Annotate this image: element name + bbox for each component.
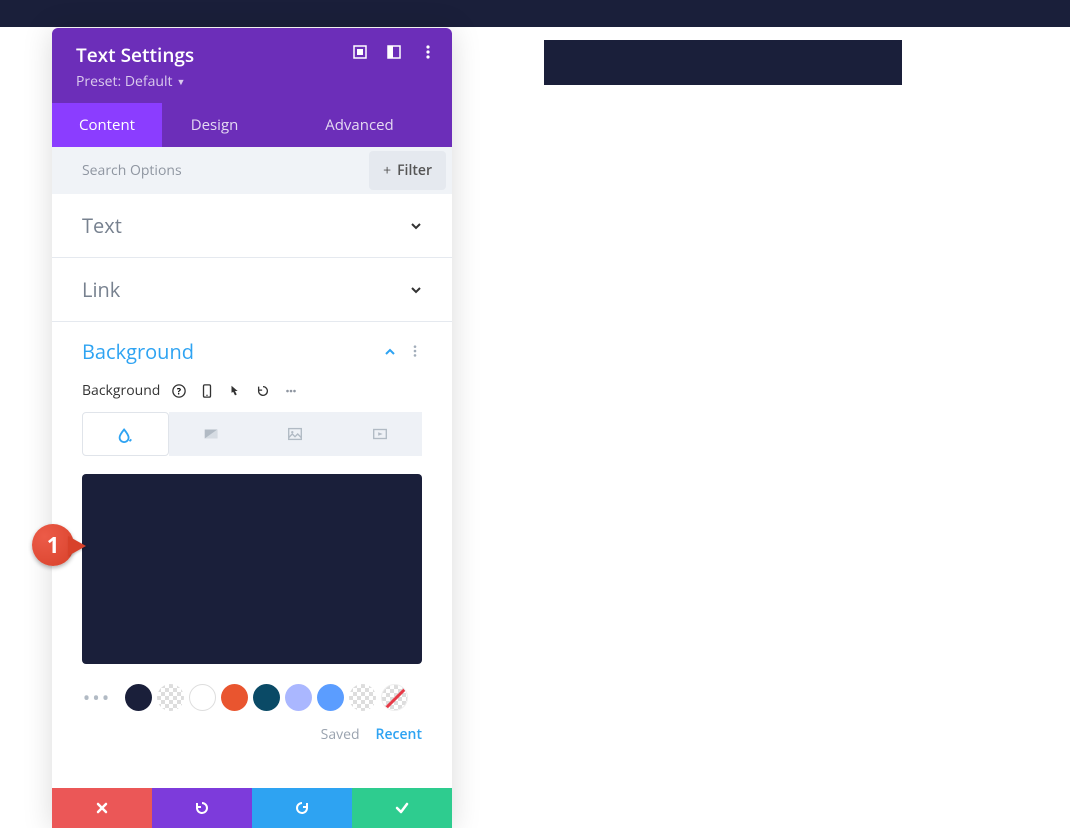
reset-icon[interactable] — [254, 382, 272, 400]
mobile-icon[interactable] — [198, 382, 216, 400]
cancel-button[interactable] — [52, 788, 152, 828]
chevron-down-icon — [410, 215, 422, 237]
section-text-title: Text — [82, 212, 122, 239]
color-swatch[interactable] — [317, 684, 344, 711]
hover-icon[interactable] — [226, 382, 244, 400]
color-swatch-none[interactable] — [381, 684, 408, 711]
background-field-row: Background ? — [82, 381, 422, 400]
search-input[interactable] — [52, 149, 369, 192]
color-swatch-transparent[interactable] — [157, 684, 184, 711]
text-settings-panel: Text Settings Preset: Default ▼ Content … — [52, 28, 452, 828]
tab-advanced[interactable]: Advanced — [267, 103, 452, 147]
more-vertical-icon[interactable] — [408, 341, 422, 363]
preset-label: Preset: Default — [76, 72, 172, 91]
tab-content[interactable]: Content — [52, 103, 162, 147]
color-preview[interactable] — [82, 474, 422, 664]
more-vertical-icon[interactable] — [420, 44, 436, 60]
section-background-title: Background — [82, 338, 194, 365]
background-type-tabs — [82, 412, 422, 456]
color-swatch[interactable] — [253, 684, 280, 711]
search-row: + Filter — [52, 147, 452, 194]
color-swatch[interactable] — [125, 684, 152, 711]
builder-top-bar — [0, 0, 1070, 27]
section-text[interactable]: Text — [52, 194, 452, 258]
chevron-up-icon — [384, 341, 396, 363]
palette-recent[interactable]: Recent — [376, 725, 422, 744]
bg-type-color[interactable] — [82, 412, 169, 456]
preset-dropdown[interactable]: Preset: Default ▼ — [76, 72, 185, 91]
filter-label: Filter — [397, 161, 432, 180]
section-link-title: Link — [82, 276, 120, 303]
help-icon[interactable]: ? — [170, 382, 188, 400]
section-background-header[interactable]: Background — [82, 322, 422, 373]
color-swatch[interactable] — [189, 684, 216, 711]
dock-icon[interactable] — [386, 44, 402, 60]
more-horizontal-icon[interactable]: ••• — [82, 684, 112, 711]
tab-design[interactable]: Design — [162, 103, 267, 147]
expand-icon[interactable] — [352, 44, 368, 60]
field-option-icons: ? — [170, 382, 300, 400]
page-preview-element[interactable] — [544, 40, 902, 85]
caret-down-icon: ▼ — [176, 75, 185, 88]
bg-type-video[interactable] — [338, 412, 423, 456]
chevron-down-icon — [410, 279, 422, 301]
palette-saved[interactable]: Saved — [321, 725, 360, 744]
bg-type-gradient[interactable] — [169, 412, 254, 456]
color-swatch[interactable] — [285, 684, 312, 711]
color-swatch[interactable] — [221, 684, 248, 711]
redo-button[interactable] — [252, 788, 352, 828]
section-background: Background Background ? — [52, 322, 452, 772]
undo-button[interactable] — [152, 788, 252, 828]
palette-tabs: Saved Recent — [82, 711, 422, 754]
panel-action-bar — [52, 788, 452, 828]
header-actions — [352, 44, 436, 60]
more-horizontal-icon[interactable] — [282, 382, 300, 400]
section-link[interactable]: Link — [52, 258, 452, 322]
background-field-label: Background — [82, 381, 160, 400]
settings-tabs: Content Design Advanced — [52, 103, 452, 147]
plus-icon: + — [383, 161, 391, 180]
save-button[interactable] — [352, 788, 452, 828]
bg-type-image[interactable] — [253, 412, 338, 456]
color-swatch-transparent[interactable] — [349, 684, 376, 711]
filter-button[interactable]: + Filter — [369, 151, 446, 190]
panel-header: Text Settings Preset: Default ▼ — [52, 28, 452, 103]
svg-text:?: ? — [177, 385, 181, 397]
color-swatch-row: ••• — [82, 684, 422, 711]
